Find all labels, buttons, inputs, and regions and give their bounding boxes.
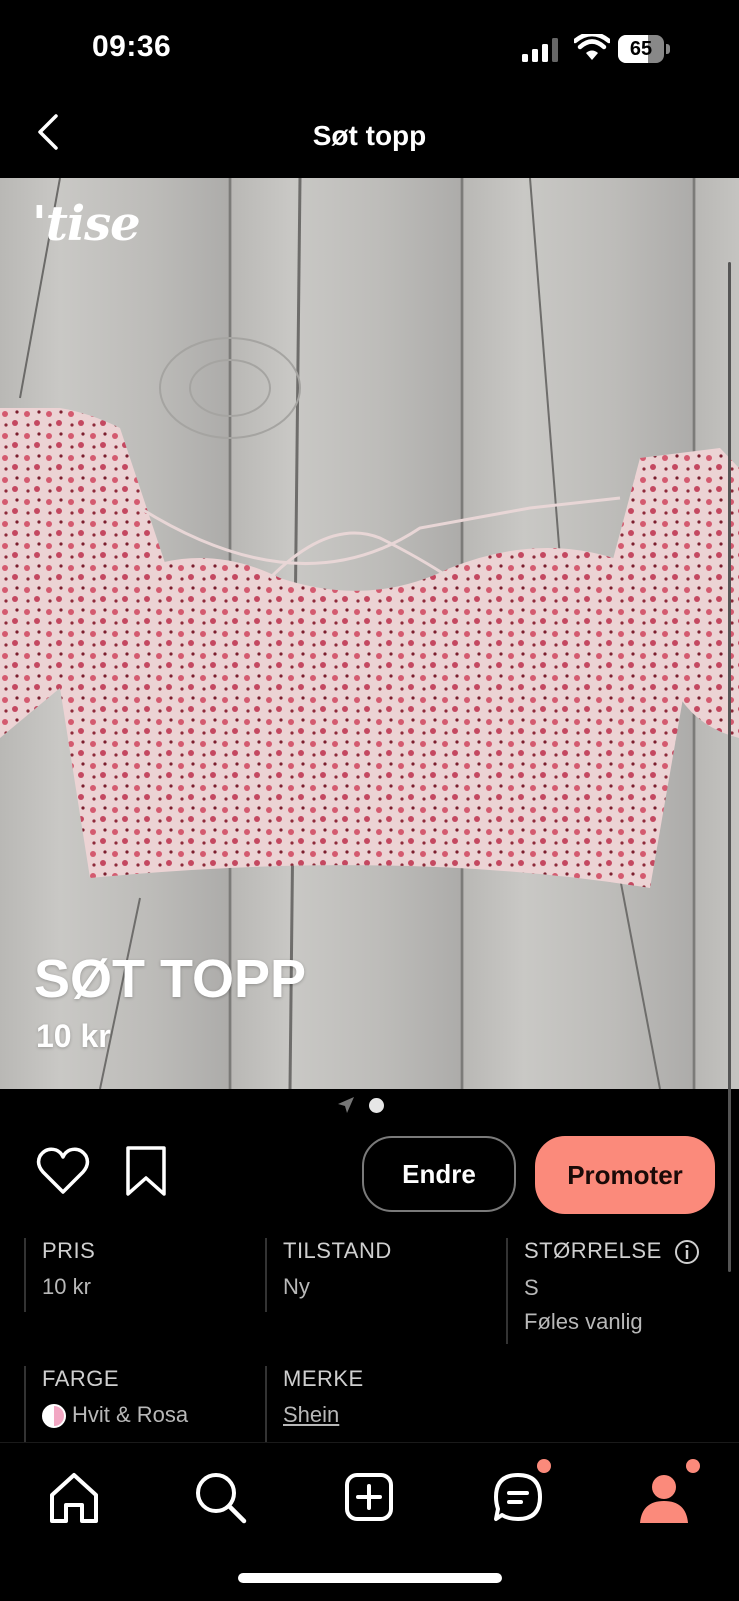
detail-color-label: FARGE [42,1366,120,1391]
edit-button[interactable]: Endre [362,1136,516,1212]
add-icon [345,1473,393,1521]
detail-condition: TILSTAND Ny [265,1238,503,1312]
home-icon [50,1473,98,1523]
product-image-carousel[interactable]: 'tise SØT TOPP 10 kr [0,178,739,1089]
detail-price-value: 10 kr [42,1274,91,1299]
status-bar: 09:36 65 [0,0,739,100]
cellular-signal-icon [522,38,558,62]
messages-badge [537,1459,551,1473]
location-arrow-icon [338,1097,354,1113]
profile-badge [686,1459,700,1473]
like-button[interactable] [36,1146,90,1196]
battery-level: 65 [629,38,653,60]
tab-messages[interactable] [488,1467,548,1527]
product-photo [0,408,739,888]
product-title-overlay: SØT TOPP [34,949,307,1009]
detail-size: STØRRELSE S Føles vanlig [506,1238,726,1344]
tab-home[interactable] [44,1467,104,1527]
tab-search[interactable] [190,1467,250,1527]
detail-size-value: S [524,1275,539,1301]
tise-logo: 'tise [32,196,141,252]
wifi-icon [574,34,610,60]
info-icon[interactable] [674,1239,700,1265]
detail-brand-link[interactable]: Shein [283,1402,503,1428]
battery-icon: 65 [618,35,670,63]
home-indicator[interactable] [238,1573,502,1583]
detail-condition-label: TILSTAND [283,1238,392,1263]
detail-condition-value: Ny [283,1274,310,1299]
detail-color: FARGE Hvit & Rosa [24,1366,262,1446]
detail-color-value: Hvit & Rosa [72,1402,189,1427]
color-swatch-icon [42,1404,66,1429]
page-title: Søt topp [312,120,427,151]
action-row: Endre Promoter [0,1136,739,1216]
detail-brand-label: MERKE [283,1366,364,1391]
search-icon [196,1473,247,1524]
detail-size-fit: Føles vanlig [524,1309,643,1335]
nav-header: Søt topp [0,100,739,178]
detail-size-label: STØRRELSE [524,1238,662,1263]
chat-icon [494,1473,542,1521]
product-price-overlay: 10 kr [36,1018,111,1054]
tab-profile[interactable] [634,1467,694,1527]
tab-add[interactable] [339,1467,399,1527]
promote-button[interactable]: Promoter [535,1136,715,1214]
scrollbar[interactable] [728,262,731,1272]
bottom-tab-bar [0,1442,739,1601]
profile-icon [640,1475,688,1523]
status-time: 09:36 [92,30,172,63]
carousel-pager[interactable] [0,1096,739,1116]
pager-dot-active[interactable] [369,1098,384,1113]
bookmark-button[interactable] [124,1144,168,1198]
product-details: PRIS 10 kr TILSTAND Ny STØRRELSE S Føles… [0,1238,739,1446]
detail-price: PRIS 10 kr [24,1238,262,1312]
detail-price-label: PRIS [42,1238,96,1263]
detail-brand: MERKE Shein [265,1366,503,1446]
